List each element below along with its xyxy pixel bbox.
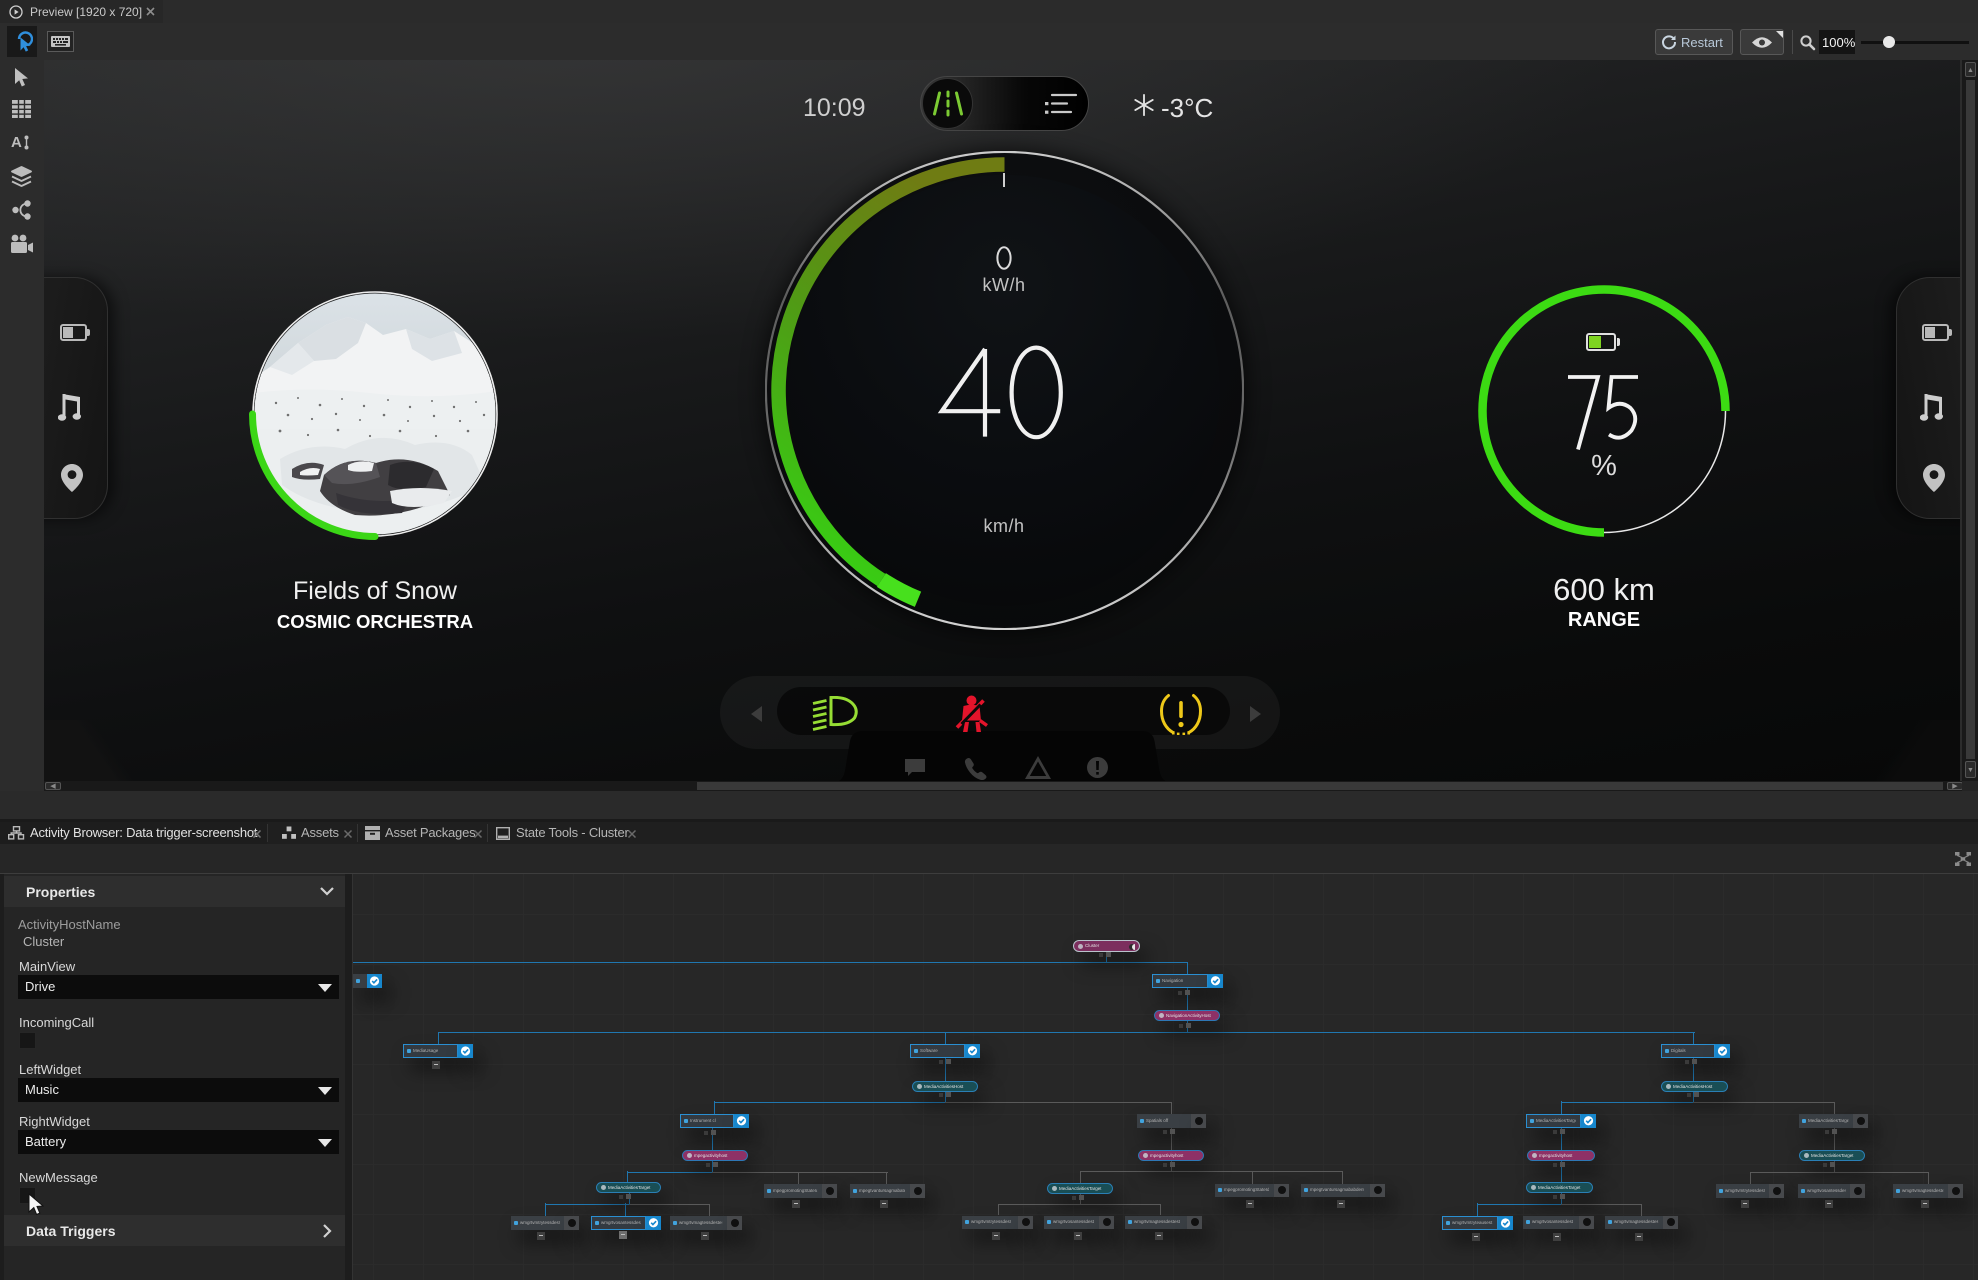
svg-text:A: A bbox=[11, 134, 22, 151]
